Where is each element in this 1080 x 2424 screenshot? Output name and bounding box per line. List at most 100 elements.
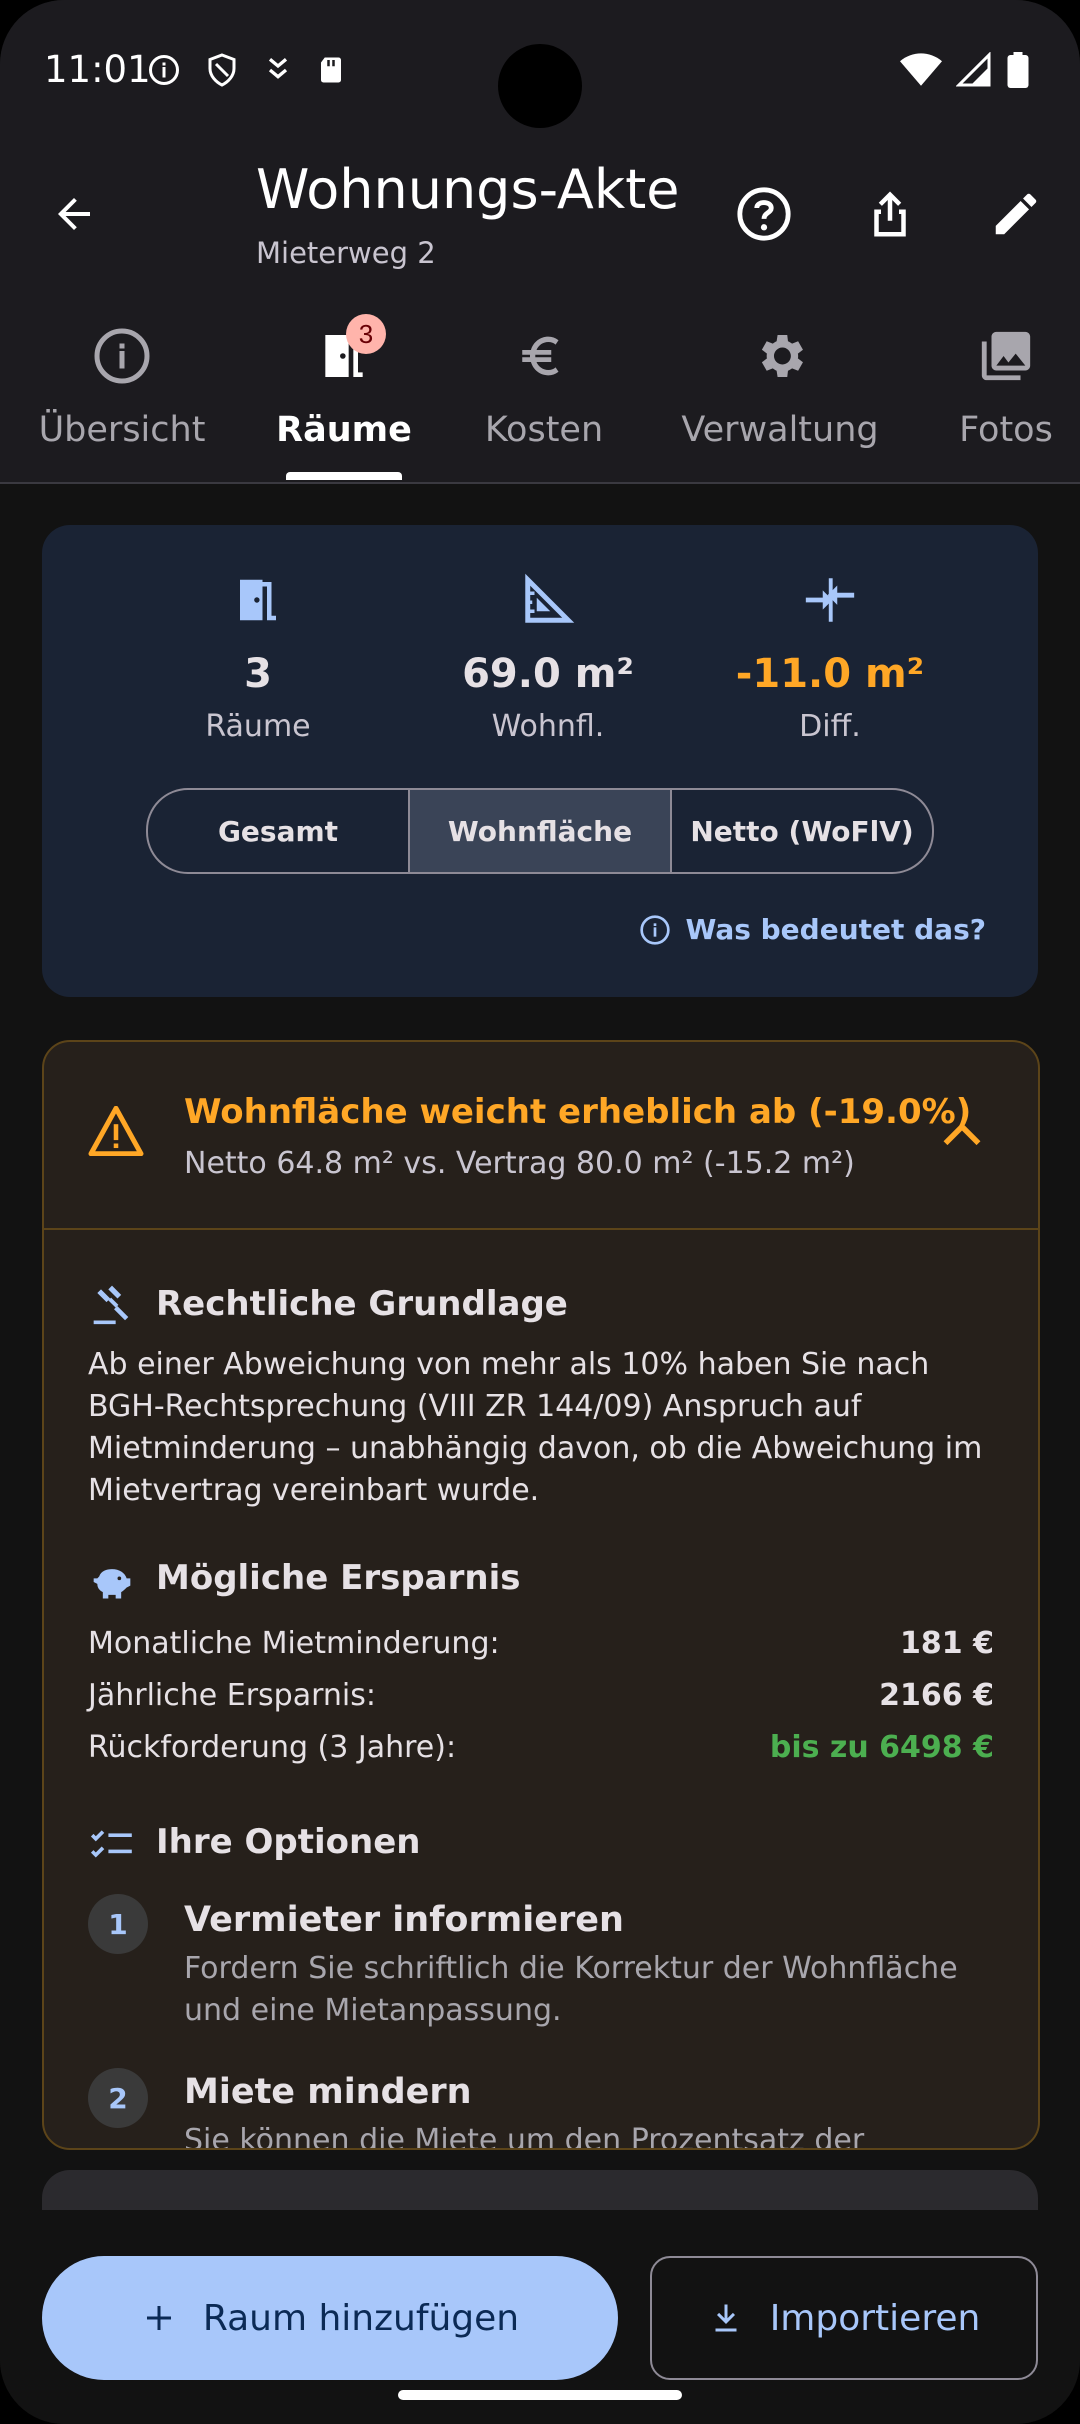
tab-label: Fotos bbox=[959, 410, 1053, 450]
tab-verwaltung[interactable]: Verwaltung bbox=[680, 320, 880, 470]
chevron-up-icon[interactable] bbox=[940, 1116, 984, 1152]
photos-icon bbox=[981, 331, 1031, 381]
stat-rooms: 3 Räume bbox=[108, 565, 408, 744]
tab-label: Räume bbox=[276, 410, 412, 450]
option-number: 1 bbox=[88, 1894, 148, 1954]
tab-active-indicator bbox=[286, 472, 402, 480]
stat-value: 3 bbox=[244, 651, 272, 697]
savings-value: 181 € bbox=[900, 1626, 994, 1661]
euro-icon bbox=[522, 336, 559, 376]
option-title: Miete mindern bbox=[184, 2072, 472, 2112]
option-description-line: Fordern Sie schriftlich die Korrektur de… bbox=[184, 1951, 958, 1986]
tab-uebersicht[interactable]: Übersicht bbox=[30, 320, 214, 470]
page-subtitle: Mieterweg 2 bbox=[256, 236, 436, 270]
segment-wohnflaeche[interactable]: Wohnfläche bbox=[408, 790, 670, 872]
tab-badge: 3 bbox=[346, 314, 386, 354]
legal-text: Ab einer Abweichung von mehr als 10% hab… bbox=[88, 1344, 988, 1512]
home-indicator[interactable] bbox=[398, 2390, 682, 2400]
savings-heading: Mögliche Ersparnis bbox=[156, 1558, 521, 1598]
checklist-icon bbox=[88, 1822, 136, 1870]
tab-kosten[interactable]: Kosten bbox=[472, 320, 616, 470]
tab-bar: Übersicht 3 Räume Kosten Verwaltung Foto… bbox=[0, 300, 1080, 484]
sd-card-status-icon bbox=[321, 57, 341, 83]
legal-line: Ab einer Abweichung von mehr als 10% hab… bbox=[88, 1347, 930, 1382]
info-icon bbox=[640, 914, 671, 945]
status-time: 11:01 bbox=[44, 48, 151, 91]
import-label: Importieren bbox=[769, 2297, 981, 2339]
usb-debug-status-icon bbox=[268, 58, 288, 79]
stat-living-area: 69.0 m² Wohnfl. bbox=[398, 565, 698, 744]
gavel-icon bbox=[88, 1280, 136, 1328]
stat-label: Räume bbox=[205, 709, 311, 744]
info-icon bbox=[94, 328, 150, 384]
savings-value: 2166 € bbox=[879, 1678, 994, 1713]
gear-icon bbox=[761, 334, 803, 378]
savings-row: Rückforderung (3 Jahre): bis zu 6498 € bbox=[88, 1730, 994, 1765]
app-bar: Wohnungs-Akte Mieterweg 2 bbox=[0, 140, 1080, 300]
status-system-icons bbox=[900, 52, 1030, 88]
tab-label: Übersicht bbox=[38, 410, 206, 450]
share-button[interactable] bbox=[850, 174, 930, 254]
tab-raeume[interactable]: 3 Räume bbox=[276, 314, 412, 470]
legal-line: Mietvertrag vereinbart wurde. bbox=[88, 1473, 540, 1508]
savings-label: Jährliche Ersparnis: bbox=[88, 1678, 376, 1713]
segment-gesamt[interactable]: Gesamt bbox=[148, 790, 408, 872]
area-mode-segmented-control: Gesamt Wohnfläche Netto (WoFlV) bbox=[146, 788, 934, 874]
stat-value: -11.0 m² bbox=[735, 651, 925, 697]
option-description-line: Sie können die Miete um den Prozentsatz … bbox=[184, 2123, 865, 2150]
phone-screen: 11:01 Wohnungs-Akte Mieterweg 2 Übersich… bbox=[0, 0, 1080, 2424]
savings-value: bis zu 6498 € bbox=[769, 1730, 994, 1765]
stat-label: Wohnfl. bbox=[491, 709, 605, 744]
signal-icon bbox=[956, 52, 991, 87]
add-room-button[interactable]: Raum hinzufügen bbox=[42, 2256, 618, 2380]
summary-card: 3 Räume 69.0 m² Wohnfl. -11.0 m² Diff. G… bbox=[42, 525, 1038, 997]
option-description-line: und eine Mietanpassung. bbox=[184, 1993, 562, 2028]
edit-button[interactable] bbox=[976, 174, 1056, 254]
option-description: Sie können die Miete um den Prozentsatz … bbox=[184, 2120, 984, 2150]
option-description: Fordern Sie schriftlich die Korrektur de… bbox=[184, 1948, 984, 2032]
info-link-label: Was bedeutet das? bbox=[685, 913, 986, 946]
savings-label: Rückforderung (3 Jahre): bbox=[88, 1730, 457, 1765]
compare-arrows-icon bbox=[805, 578, 855, 622]
import-button[interactable]: Importieren bbox=[650, 2256, 1038, 2380]
area-deviation-warning-card: Wohnfläche weicht erheblich ab (-19.0%) … bbox=[42, 1040, 1040, 2150]
savings-label: Monatliche Mietminderung: bbox=[88, 1626, 500, 1661]
savings-row: Monatliche Mietminderung: 181 € bbox=[88, 1626, 994, 1661]
page-title: Wohnungs-Akte bbox=[256, 158, 680, 221]
download-icon bbox=[715, 2304, 737, 2332]
arrow-back-icon bbox=[58, 198, 90, 230]
shield-status-icon bbox=[208, 53, 236, 87]
tab-label: Verwaltung bbox=[681, 410, 879, 450]
help-button[interactable] bbox=[724, 174, 804, 254]
warning-header[interactable]: Wohnfläche weicht erheblich ab (-19.0%) … bbox=[44, 1042, 1038, 1230]
piggy-bank-icon bbox=[88, 1558, 136, 1606]
share-icon bbox=[874, 191, 906, 237]
legal-heading: Rechtliche Grundlage bbox=[156, 1284, 568, 1324]
info-link[interactable]: Was bedeutet das? bbox=[639, 913, 986, 946]
status-bar: 11:01 bbox=[0, 0, 1080, 140]
door-icon bbox=[240, 579, 276, 621]
segment-netto[interactable]: Netto (WoFlV) bbox=[670, 790, 932, 872]
help-icon bbox=[737, 187, 791, 241]
legal-line: Mietminderung – unabhängig davon, ob die… bbox=[88, 1431, 983, 1466]
savings-row: Jährliche Ersparnis: 2166 € bbox=[88, 1678, 994, 1713]
wifi-icon bbox=[900, 53, 942, 86]
triangle-ruler-icon bbox=[525, 573, 575, 623]
edit-pencil-icon bbox=[995, 193, 1037, 235]
option-number: 2 bbox=[88, 2068, 148, 2128]
status-notification-icons bbox=[146, 52, 346, 88]
warning-triangle-icon bbox=[88, 1106, 144, 1156]
camera-cutout bbox=[498, 44, 582, 128]
back-button[interactable] bbox=[34, 174, 114, 254]
warning-subtitle: Netto 64.8 m² vs. Vertrag 80.0 m² (-15.2… bbox=[184, 1146, 855, 1181]
option-title: Vermieter informieren bbox=[184, 1900, 624, 1940]
stat-label: Diff. bbox=[799, 709, 861, 744]
legal-line: BGH-Rechtsprechung (VIII ZR 144/09) Ansp… bbox=[88, 1389, 862, 1424]
add-room-label: Raum hinzufügen bbox=[202, 2297, 520, 2339]
warning-title: Wohnfläche weicht erheblich ab (-19.0%) bbox=[184, 1092, 972, 1132]
tab-fotos[interactable]: Fotos bbox=[950, 320, 1062, 470]
info-status-icon bbox=[149, 55, 179, 85]
options-heading: Ihre Optionen bbox=[156, 1822, 421, 1862]
tab-label: Kosten bbox=[484, 410, 604, 450]
stat-value: 69.0 m² bbox=[462, 651, 634, 697]
